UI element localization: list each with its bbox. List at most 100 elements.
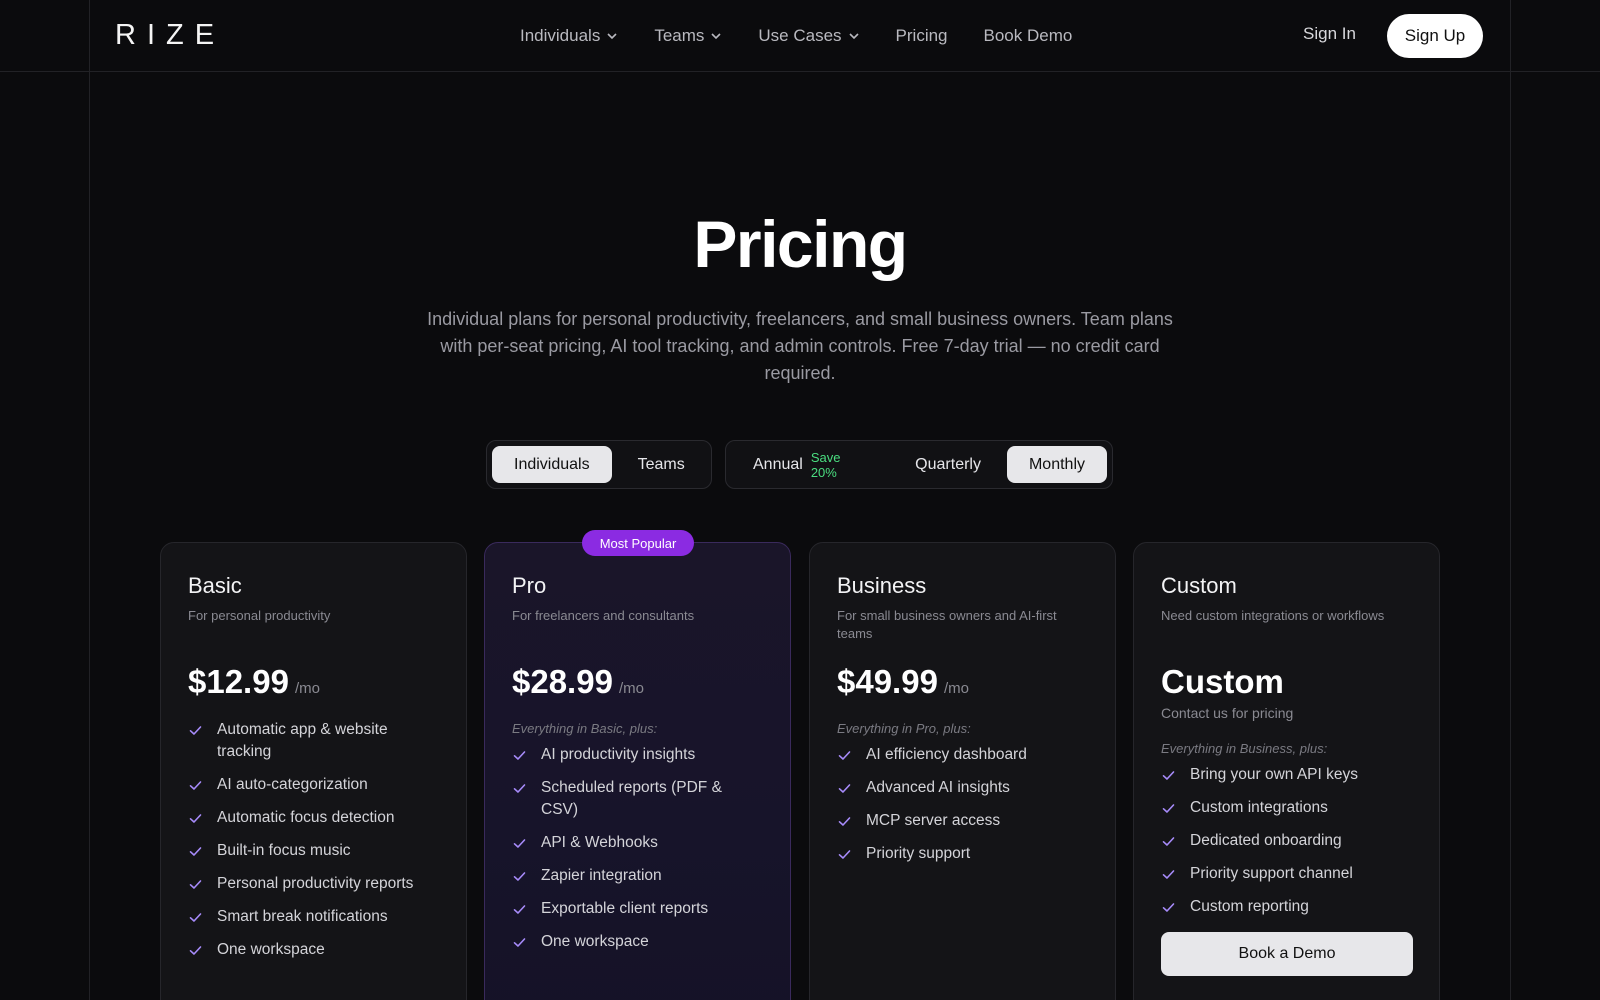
feature-text: Priority support <box>866 845 971 862</box>
check-icon <box>1161 834 1176 849</box>
feature-text: Custom integrations <box>1190 799 1328 816</box>
feature-item: Custom reporting <box>1161 896 1412 918</box>
nav-links: Individuals Teams Use Cases Pricing Book… <box>520 0 1072 72</box>
feature-item: MCP server access <box>837 810 1088 832</box>
price-period: /mo <box>943 680 969 697</box>
nav-item-pricing[interactable]: Pricing <box>896 26 948 46</box>
feature-item: Personal productivity reports <box>188 873 439 895</box>
feature-item: One workspace <box>512 931 763 953</box>
toggle-monthly[interactable]: Monthly <box>1006 446 1107 483</box>
check-icon <box>1161 768 1176 783</box>
feature-item: Bring your own API keys <box>1161 764 1412 786</box>
feature-text: One workspace <box>541 933 649 950</box>
plan-card-pro: Pro For freelancers and consultants $28.… <box>484 542 791 1000</box>
toggle-quarterly[interactable]: Quarterly <box>893 446 1003 483</box>
feature-item: Scheduled reports (PDF & CSV) <box>512 777 763 821</box>
check-icon <box>1161 900 1176 915</box>
feature-item: Advanced AI insights <box>837 777 1088 799</box>
feature-item: One workspace <box>188 939 439 961</box>
logo[interactable]: RIZE <box>115 19 225 52</box>
plan-price: $49.99 <box>837 663 938 700</box>
feature-item: Priority support <box>837 843 1088 865</box>
feature-text: Custom reporting <box>1190 898 1309 915</box>
plan-inherit-note: Everything in Basic, plus: <box>512 721 658 736</box>
sign-up-button[interactable]: Sign Up <box>1387 14 1483 58</box>
toggle-individuals[interactable]: Individuals <box>492 446 612 483</box>
check-icon <box>837 748 852 763</box>
check-icon <box>188 778 203 793</box>
feature-item: API & Webhooks <box>512 832 763 854</box>
page-title: Pricing <box>693 207 908 281</box>
nav-item-label: Teams <box>654 26 705 45</box>
plan-name: Pro <box>512 573 547 598</box>
toggle-teams[interactable]: Teams <box>616 446 707 483</box>
feature-item: Dedicated onboarding <box>1161 830 1412 852</box>
feature-text: Smart break notifications <box>217 908 388 925</box>
feature-text: Personal productivity reports <box>217 875 414 892</box>
annual-label: Annual <box>753 455 803 473</box>
feature-text: Exportable client reports <box>541 900 709 917</box>
audience-toggle: Individuals Teams <box>486 440 712 489</box>
feature-text: MCP server access <box>866 812 1001 829</box>
feature-list: Automatic app & website tracking AI auto-… <box>188 719 439 961</box>
plan-name: Custom <box>1161 573 1237 598</box>
frame-line-left <box>89 0 90 1000</box>
feature-item: Exportable client reports <box>512 898 763 920</box>
billing-toggle: Annual Save 20% Quarterly Monthly <box>725 440 1113 489</box>
frame-line-right <box>1510 0 1511 1000</box>
plan-inherit-note: Everything in Business, plus: <box>1161 741 1328 756</box>
plan-description: For personal productivity <box>188 608 331 623</box>
check-icon <box>837 847 852 862</box>
feature-text: AI efficiency dashboard <box>866 746 1027 763</box>
feature-item: Custom integrations <box>1161 797 1412 819</box>
feature-list: AI efficiency dashboard Advanced AI insig… <box>837 744 1088 865</box>
toggle-annual[interactable]: Annual Save 20% <box>731 446 889 483</box>
check-icon <box>837 814 852 829</box>
feature-item: AI auto-categorization <box>188 774 439 796</box>
pricing-page: RIZE Individuals Teams Use Cases Pricing… <box>0 0 1600 1000</box>
check-icon <box>188 877 203 892</box>
plan-description: For freelancers and consultants <box>512 608 695 623</box>
check-icon <box>512 781 527 796</box>
feature-text: Scheduled reports (PDF & CSV) <box>541 779 722 818</box>
feature-item: AI efficiency dashboard <box>837 744 1088 766</box>
price-row: Custom <box>1161 663 1412 701</box>
book-demo-button[interactable]: Book a Demo <box>1161 932 1413 976</box>
feature-text: Dedicated onboarding <box>1190 832 1342 849</box>
nav-item-book-demo[interactable]: Book Demo <box>984 26 1073 46</box>
feature-item: Automatic focus detection <box>188 807 439 829</box>
feature-text: Advanced AI insights <box>866 779 1010 796</box>
plan-name: Business <box>837 573 927 598</box>
nav-item-teams[interactable]: Teams <box>654 26 722 46</box>
plan-description: Need custom integrations or workflows <box>1161 608 1385 623</box>
top-nav: RIZE Individuals Teams Use Cases Pricing… <box>0 0 1600 72</box>
feature-text: Bring your own API keys <box>1190 766 1358 783</box>
feature-text: API & Webhooks <box>541 834 658 851</box>
feature-item: Automatic app & website tracking <box>188 719 439 763</box>
check-icon <box>837 781 852 796</box>
sign-in-link[interactable]: Sign In <box>1303 24 1356 44</box>
contact-note: Contact us for pricing <box>1161 705 1294 721</box>
nav-item-individuals[interactable]: Individuals <box>520 26 618 46</box>
price-period: /mo <box>618 680 644 697</box>
feature-text: Priority support channel <box>1190 865 1353 882</box>
check-icon <box>512 869 527 884</box>
check-icon <box>512 748 527 763</box>
chevron-down-icon <box>710 30 722 42</box>
chevron-down-icon <box>848 30 860 42</box>
check-icon <box>188 723 203 738</box>
check-icon <box>188 943 203 958</box>
feature-item: Zapier integration <box>512 865 763 887</box>
plan-card-basic: Basic For personal productivity $12.99 /… <box>160 542 467 1000</box>
plan-description: For small business owners and AI-first t… <box>837 608 1057 641</box>
feature-text: One workspace <box>217 941 325 958</box>
feature-text: Built-in focus music <box>217 842 351 859</box>
feature-text: AI auto-categorization <box>217 776 368 793</box>
feature-text: Automatic app & website tracking <box>217 721 388 760</box>
price-period: /mo <box>294 680 320 697</box>
plan-card-custom: Custom Need custom integrations or workf… <box>1133 542 1440 1000</box>
feature-list: AI productivity insights Scheduled report… <box>512 744 763 953</box>
chevron-down-icon <box>606 30 618 42</box>
nav-item-use-cases[interactable]: Use Cases <box>758 26 859 46</box>
check-icon <box>512 935 527 950</box>
